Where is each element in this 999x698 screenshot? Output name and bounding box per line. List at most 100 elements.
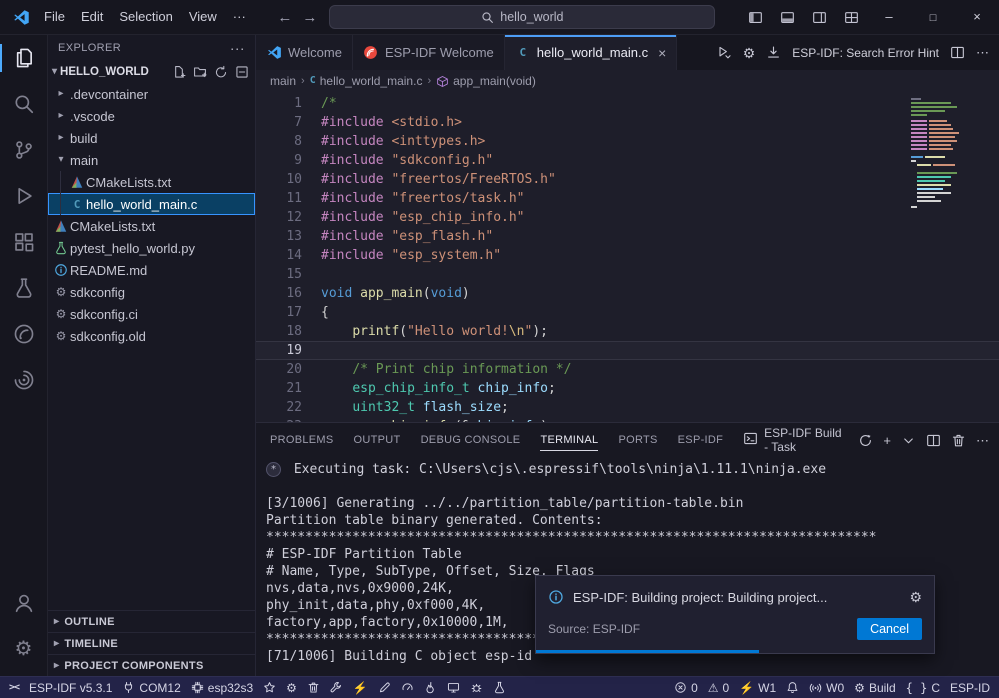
panel-tab-debug-console[interactable]: DEBUG CONSOLE bbox=[421, 423, 521, 457]
panel-tab-esp-idf[interactable]: ESP-IDF bbox=[678, 423, 724, 457]
split-editor-icon[interactable] bbox=[950, 45, 965, 60]
panel-tab-problems[interactable]: PROBLEMS bbox=[270, 423, 334, 457]
close-icon[interactable]: × bbox=[658, 45, 666, 61]
code-line-22[interactable]: 22 uint32_t flash_size; bbox=[256, 398, 999, 417]
editor-settings-icon[interactable]: ⚙ bbox=[743, 46, 756, 60]
status-flash-method[interactable] bbox=[258, 677, 281, 698]
status-warnings[interactable]: ⚠0 bbox=[703, 677, 734, 698]
tree-item-sdkconfig[interactable]: ⚙sdkconfig bbox=[48, 281, 255, 303]
status-monitor-device[interactable] bbox=[442, 677, 465, 698]
status-device-target[interactable]: esp32s3 bbox=[186, 677, 258, 698]
status-build-project[interactable] bbox=[325, 677, 348, 698]
code-editor[interactable]: 1/*7#include <stdio.h>8#include <inttype… bbox=[256, 92, 999, 422]
status-esp-idf-version[interactable]: ESP-IDF v5.3.1 bbox=[24, 677, 117, 698]
activity-extensions[interactable] bbox=[0, 219, 47, 265]
tab-hello-world-main-c[interactable]: Chello_world_main.c× bbox=[505, 35, 677, 70]
layout-panel-icon[interactable] bbox=[771, 4, 803, 30]
tree-item-cmakelists-txt[interactable]: CMakeLists.txt bbox=[48, 215, 255, 237]
collapse-all-icon[interactable] bbox=[235, 65, 249, 79]
layout-grid-icon[interactable] bbox=[835, 4, 867, 30]
section-timeline[interactable]: ▸TIMELINE bbox=[48, 632, 255, 654]
forward-icon[interactable]: → bbox=[302, 9, 317, 26]
new-file-icon[interactable] bbox=[172, 65, 186, 79]
section-project-components[interactable]: ▸PROJECT COMPONENTS bbox=[48, 654, 255, 676]
project-root-row[interactable]: ▾ HELLO_WORLD bbox=[48, 61, 255, 83]
status-w0[interactable]: W0 bbox=[804, 677, 849, 698]
panel-tab-terminal[interactable]: TERMINAL bbox=[540, 423, 598, 457]
new-terminal-icon[interactable]: + bbox=[883, 434, 891, 447]
layout-secondary-icon[interactable] bbox=[803, 4, 835, 30]
status-esp-idf-item[interactable]: ESP-ID bbox=[945, 677, 995, 698]
status-menuconfig[interactable]: ⚙ bbox=[281, 677, 302, 698]
tree-item-cmakelists-txt[interactable]: CMakeLists.txt bbox=[48, 171, 255, 193]
tree-item-sdkconfig-ci[interactable]: ⚙sdkconfig.ci bbox=[48, 303, 255, 325]
back-icon[interactable]: ← bbox=[277, 9, 292, 26]
menu-overflow[interactable]: ··· bbox=[225, 4, 254, 30]
tree-item-main[interactable]: ▾main bbox=[48, 149, 255, 171]
code-line-16[interactable]: 16void app_main(void) bbox=[256, 284, 999, 303]
terminal-task-item[interactable]: ESP-IDF Build - Task bbox=[743, 426, 848, 454]
status-debug[interactable] bbox=[465, 677, 488, 698]
notification-settings-icon[interactable]: ⚙ bbox=[909, 590, 922, 604]
activity-accounts[interactable] bbox=[0, 580, 47, 626]
status-build-flash-monitor[interactable] bbox=[419, 677, 442, 698]
code-line-1[interactable]: 1/* bbox=[256, 94, 999, 113]
code-line-19[interactable]: 19 bbox=[256, 341, 999, 360]
code-line-21[interactable]: 21 esp_chip_info_t chip_info; bbox=[256, 379, 999, 398]
tree-item-vscode[interactable]: ▸.vscode bbox=[48, 105, 255, 127]
code-line-8[interactable]: 8#include <inttypes.h> bbox=[256, 132, 999, 151]
code-line-14[interactable]: 14#include "esp_system.h" bbox=[256, 246, 999, 265]
install-icon[interactable] bbox=[766, 45, 781, 60]
kill-terminal-icon[interactable] bbox=[951, 433, 966, 448]
command-center-search[interactable]: hello_world bbox=[329, 5, 715, 29]
status-unit-test[interactable] bbox=[488, 677, 511, 698]
code-line-23[interactable]: 23 esp_chip_info(&chip_info); bbox=[256, 417, 999, 422]
terminal-dropdown-icon[interactable] bbox=[901, 433, 916, 448]
activity-run-and-debug[interactable] bbox=[0, 173, 47, 219]
breadcrumb-item-hello-world-main-c[interactable]: Chello_world_main.c bbox=[310, 74, 423, 88]
activity-search[interactable] bbox=[0, 81, 47, 127]
explorer-more-icon[interactable]: ··· bbox=[230, 40, 245, 56]
task-running-icon[interactable] bbox=[858, 433, 873, 448]
status-remote[interactable]: >< bbox=[4, 677, 24, 698]
command-decoration-icon[interactable]: * bbox=[266, 462, 281, 477]
tab-esp-idf-welcome[interactable]: ESP-IDF Welcome bbox=[353, 35, 505, 70]
panel-tab-ports[interactable]: PORTS bbox=[618, 423, 657, 457]
tree-item-build[interactable]: ▸build bbox=[48, 127, 255, 149]
more-panel-actions-icon[interactable]: ⋯ bbox=[976, 434, 989, 447]
menu-view[interactable]: View bbox=[181, 4, 225, 30]
status-full-clean[interactable] bbox=[302, 677, 325, 698]
window-minimize-button[interactable]: – bbox=[867, 0, 911, 33]
window-maximize-button[interactable]: □ bbox=[911, 1, 955, 35]
tree-item-hello-world-main-c[interactable]: Chello_world_main.c bbox=[48, 193, 255, 215]
activity-esp-idf-explorer[interactable] bbox=[0, 311, 47, 357]
status-build-status[interactable]: ⚙Build bbox=[849, 677, 900, 698]
section-outline[interactable]: ▸OUTLINE bbox=[48, 610, 255, 632]
activity-settings[interactable]: ⚙ bbox=[0, 626, 47, 672]
activity-explorer[interactable] bbox=[0, 35, 47, 81]
status-open-idf-terminal[interactable] bbox=[373, 677, 396, 698]
code-line-13[interactable]: 13#include "esp_flash.h" bbox=[256, 227, 999, 246]
split-terminal-icon[interactable] bbox=[926, 433, 941, 448]
code-line-15[interactable]: 15 bbox=[256, 265, 999, 284]
more-editor-actions-icon[interactable]: ⋯ bbox=[976, 46, 989, 59]
tree-item-pytest-hello-world-py[interactable]: pytest_hello_world.py bbox=[48, 237, 255, 259]
status-qemu[interactable] bbox=[396, 677, 419, 698]
tree-item-sdkconfig-old[interactable]: ⚙sdkconfig.old bbox=[48, 325, 255, 347]
esp-idf-search-error-hint[interactable]: ESP-IDF: Search Error Hint bbox=[792, 46, 939, 60]
code-line-12[interactable]: 12#include "esp_chip_info.h" bbox=[256, 208, 999, 227]
code-line-20[interactable]: 20 /* Print chip information */ bbox=[256, 360, 999, 379]
code-line-11[interactable]: 11#include "freertos/task.h" bbox=[256, 189, 999, 208]
new-folder-icon[interactable] bbox=[193, 65, 207, 79]
status-serial-port[interactable]: COM12 bbox=[117, 677, 185, 698]
panel-tab-output[interactable]: OUTPUT bbox=[354, 423, 401, 457]
code-line-18[interactable]: 18 printf("Hello world!\n"); bbox=[256, 322, 999, 341]
status-language-mode[interactable]: { }C bbox=[901, 677, 945, 698]
code-line-10[interactable]: 10#include "freertos/FreeRTOS.h" bbox=[256, 170, 999, 189]
activity-testing[interactable] bbox=[0, 265, 47, 311]
activity-espressif[interactable] bbox=[0, 357, 47, 403]
code-line-17[interactable]: 17{ bbox=[256, 303, 999, 322]
menu-selection[interactable]: Selection bbox=[111, 4, 180, 30]
tree-item-devcontainer[interactable]: ▸.devcontainer bbox=[48, 83, 255, 105]
layout-sidebar-icon[interactable] bbox=[739, 4, 771, 30]
